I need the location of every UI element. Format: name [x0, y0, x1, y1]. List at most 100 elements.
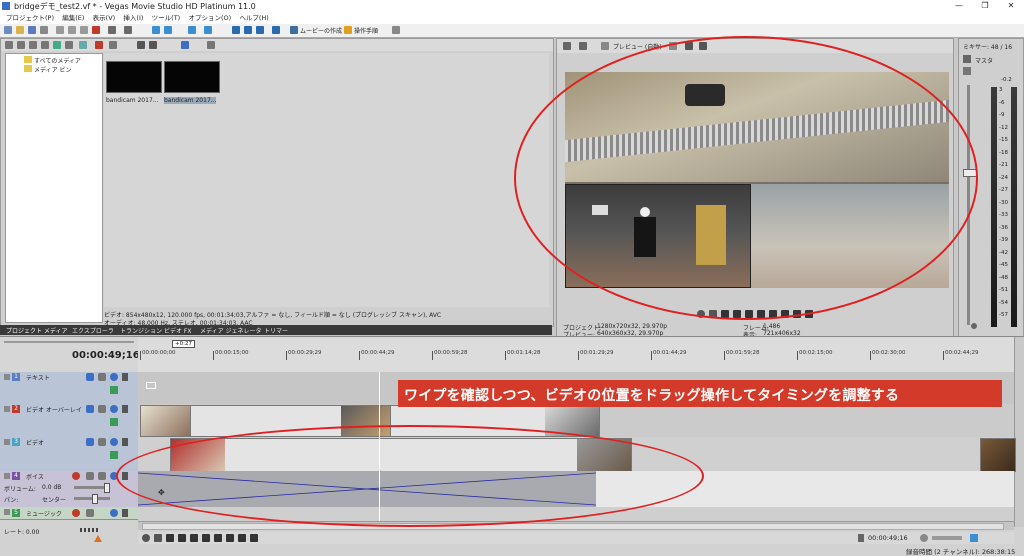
overlay-clip-1[interactable] [140, 405, 192, 437]
volume-slider-handle[interactable] [104, 483, 110, 493]
zoom-in-icon[interactable] [970, 534, 978, 542]
video-clip-2[interactable] [980, 438, 1016, 472]
view-mode-icon[interactable] [181, 41, 189, 49]
import-media-icon[interactable] [5, 41, 13, 49]
track-composite-icon[interactable] [110, 451, 118, 459]
copy-icon[interactable] [68, 26, 76, 34]
track-name-5[interactable]: ミュージック [26, 509, 62, 518]
rate-slider[interactable] [80, 528, 100, 532]
delete-media-icon[interactable] [95, 41, 103, 49]
remove-unused-icon[interactable] [41, 41, 49, 49]
menu-view[interactable]: 表示(V) [93, 12, 116, 24]
capture-icon[interactable] [17, 41, 25, 49]
track-minimize-icon[interactable] [4, 509, 10, 515]
timeline-horizontal-scrollbar[interactable] [138, 521, 1014, 530]
scrollbar-thumb[interactable] [142, 523, 1004, 530]
mixer-properties-icon[interactable] [963, 55, 971, 63]
menu-insert[interactable]: 挿入(I) [123, 12, 143, 24]
track-fx-icon[interactable] [98, 438, 106, 446]
track-header-video-overlay[interactable]: 2 ビデオ オーバーレイ [0, 404, 138, 438]
preview-properties-icon[interactable] [563, 42, 571, 50]
show-me-how-icon[interactable] [344, 26, 352, 34]
speaker-icon[interactable] [963, 67, 971, 75]
new-project-icon[interactable] [4, 26, 12, 34]
tab-transitions[interactable]: トランジション [120, 326, 162, 335]
track-mute-icon[interactable] [110, 509, 118, 517]
undo-icon[interactable] [108, 26, 116, 34]
next-frame-icon[interactable] [250, 534, 258, 542]
media-thumbnail-1[interactable] [106, 61, 162, 93]
track-solo-icon[interactable] [122, 438, 128, 446]
search-media-icon[interactable] [79, 41, 87, 49]
tree-media-bins[interactable]: メディア ビン [34, 65, 72, 74]
menu-help[interactable]: ヘルプ(H) [239, 12, 268, 24]
track-motion-icon[interactable] [86, 438, 94, 446]
arm-record-icon[interactable] [72, 472, 80, 480]
tab-explorer[interactable]: エクスプローラ [72, 326, 114, 335]
track-minimize-icon[interactable] [4, 406, 10, 412]
go-to-end-icon[interactable] [226, 534, 234, 542]
properties-icon[interactable] [40, 26, 48, 34]
track-mute-icon[interactable] [110, 438, 118, 446]
auto-ripple-icon[interactable] [164, 26, 172, 34]
close-button[interactable]: ✕ [998, 0, 1024, 12]
get-media-icon[interactable] [29, 41, 37, 49]
track-automation-icon[interactable] [98, 472, 106, 480]
play-from-start-icon[interactable] [166, 534, 174, 542]
track-minimize-icon[interactable] [4, 374, 10, 380]
track-solo-icon[interactable] [122, 405, 128, 413]
track-fx-icon[interactable] [86, 472, 94, 480]
tab-trimmer[interactable]: トリマー [264, 326, 288, 335]
zoom-tool-icon[interactable] [272, 26, 280, 34]
track-minimize-icon[interactable] [4, 439, 10, 445]
lock-envelope-icon[interactable] [188, 26, 196, 34]
tab-video-fx[interactable]: ビデオ FX [164, 326, 191, 335]
make-movie-icon[interactable] [290, 26, 298, 34]
show-me-how-button[interactable]: 操作手順 [354, 26, 378, 35]
delete-icon[interactable] [92, 26, 100, 34]
track-mute-icon[interactable] [110, 373, 118, 381]
track-motion-icon[interactable] [86, 405, 94, 413]
snap-icon[interactable] [152, 26, 160, 34]
track-name-2[interactable]: ビデオ オーバーレイ [26, 405, 82, 414]
make-movie-button[interactable]: ムービーの作成 [300, 26, 342, 35]
track-mute-icon[interactable] [110, 405, 118, 413]
zoom-icon[interactable] [920, 534, 928, 542]
menu-tools[interactable]: ツール(T) [152, 12, 181, 24]
track-header-text[interactable]: 1 テキスト [0, 372, 138, 405]
whats-this-icon[interactable] [392, 26, 400, 34]
timeline-vertical-scrollbar[interactable] [1014, 337, 1024, 527]
envelope-tool-icon[interactable] [244, 26, 252, 34]
track-fx-icon[interactable] [98, 405, 106, 413]
play-icon[interactable] [178, 534, 186, 542]
preview-search-icon[interactable] [207, 41, 215, 49]
cut-icon[interactable] [56, 26, 64, 34]
track-header-music[interactable]: 5 ミュージック [0, 507, 138, 520]
go-to-start-icon[interactable] [214, 534, 222, 542]
save-icon[interactable] [28, 26, 36, 34]
mixer-lock-icon[interactable] [971, 323, 977, 329]
track-name-1[interactable]: テキスト [26, 373, 50, 382]
redo-icon[interactable] [124, 26, 132, 34]
track-name-4[interactable]: ボイス [26, 472, 44, 481]
normal-edit-tool-icon[interactable] [232, 26, 240, 34]
track-minimize-icon[interactable] [4, 473, 10, 479]
arm-record-icon[interactable] [72, 509, 80, 517]
track-composite-icon[interactable] [110, 386, 118, 394]
media-fx-icon[interactable] [53, 41, 61, 49]
ignore-grouping-icon[interactable] [204, 26, 212, 34]
stop-icon[interactable] [202, 534, 210, 542]
views-icon[interactable] [137, 41, 145, 49]
timeline-ruler[interactable]: +0:27 00:00:00;00 00:00:15;00 00:00:29;29 0… [138, 337, 1014, 373]
zoom-slider[interactable] [932, 536, 962, 540]
track-solo-icon[interactable] [122, 373, 128, 381]
minimize-button[interactable]: — [946, 0, 972, 12]
track-solo-icon[interactable] [122, 509, 128, 517]
thumbnails-icon[interactable] [149, 41, 157, 49]
track-header-video[interactable]: 3 ビデオ [0, 437, 138, 472]
prev-frame-icon[interactable] [238, 534, 246, 542]
preview-quality-icon[interactable] [601, 42, 609, 50]
restore-button[interactable]: ❐ [972, 0, 998, 12]
media-thumbnail-2[interactable] [164, 61, 220, 93]
track-composite-icon[interactable] [110, 418, 118, 426]
